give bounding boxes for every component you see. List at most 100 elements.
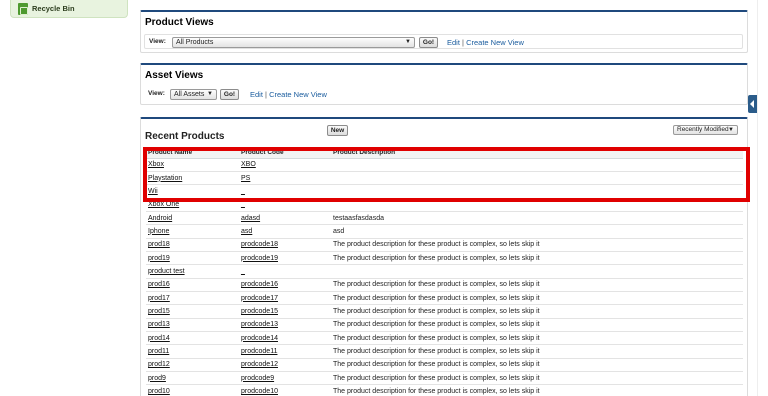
product-description-cell: The product description for these produc… (331, 318, 743, 332)
table-row: product test _ (146, 264, 743, 279)
product-name-cell: Xbox One (146, 198, 239, 212)
product-code-cell: prodcode12 (239, 358, 331, 373)
product-name-link[interactable]: prod12 (148, 361, 170, 368)
asset-views-title: Asset Views (145, 70, 204, 81)
asset-edit-link[interactable]: Edit (250, 90, 263, 99)
asset-view-select[interactable]: All Assets ▼ (170, 89, 217, 100)
product-code-link[interactable]: prodcode16 (241, 281, 278, 288)
right-edge (757, 0, 768, 396)
product-name-link[interactable]: prod17 (148, 295, 170, 302)
product-name-link[interactable]: prod15 (148, 308, 170, 315)
product-code-link[interactable]: prodcode11 (241, 348, 277, 355)
product-name-cell: Playstation (146, 171, 239, 186)
product-views-title: Product Views (145, 17, 214, 28)
product-code-cell: _ (239, 198, 331, 212)
recent-products-table: Product Name Product Code Product Descri… (146, 147, 743, 396)
product-name-link[interactable]: prod14 (148, 335, 170, 342)
product-name-link[interactable]: prod13 (148, 321, 170, 328)
product-code-cell: _ (239, 264, 331, 279)
product-name-cell: prod13 (146, 318, 239, 332)
product-description-cell (331, 264, 743, 279)
product-code-link[interactable]: _ (241, 188, 245, 195)
product-name-link[interactable]: prod18 (148, 241, 170, 248)
product-name-link[interactable]: Xbox One (148, 201, 179, 208)
product-name-link[interactable]: prod9 (148, 375, 166, 382)
product-name-link[interactable]: prod16 (148, 281, 170, 288)
product-description-cell: testaasfasdasda (331, 211, 743, 226)
table-row: prod19 prodcode19 The product description … (146, 251, 743, 266)
product-go-button[interactable]: Go! (419, 37, 438, 48)
product-view-row: View: All Products ▼ Go! Edit | Create N… (144, 34, 743, 49)
product-name-cell: prod11 (146, 344, 239, 359)
product-code-cell: prodcode14 (239, 331, 331, 346)
recycle-bin-icon (18, 3, 28, 15)
product-name-cell: product test (146, 264, 239, 279)
table-row: prod9 prodcode9 The product description fo… (146, 371, 743, 386)
product-code-link[interactable]: PS (241, 175, 250, 182)
product-code-cell: prodcode9 (239, 371, 331, 386)
product-code-link[interactable]: _ (241, 201, 245, 208)
new-product-button[interactable]: New (327, 125, 348, 136)
product-code-link[interactable]: prodcode18 (241, 241, 278, 248)
product-code-link[interactable]: prodcode14 (241, 335, 278, 342)
asset-view-selected: All Assets (174, 91, 205, 98)
product-code-link[interactable]: prodcode15 (241, 308, 278, 315)
collapse-arrow-icon[interactable] (748, 95, 757, 113)
product-name-link[interactable]: prod11 (148, 348, 169, 355)
product-name-cell: prod10 (146, 384, 239, 396)
product-description-cell: The product description for these produc… (331, 344, 743, 359)
product-name-link[interactable]: Android (148, 215, 172, 222)
product-name-cell: Iphone (146, 224, 239, 239)
product-code-link[interactable]: adasd (241, 215, 260, 222)
asset-go-button[interactable]: Go! (220, 89, 239, 100)
product-name-link[interactable]: prod10 (148, 388, 170, 395)
column-header-code: Product Code (239, 147, 331, 159)
table-row: prod15 prodcode15 The product description … (146, 304, 743, 319)
product-description-cell: The product description for these produc… (331, 371, 743, 386)
product-name-link[interactable]: prod19 (148, 255, 170, 262)
asset-view-links: Edit | Create New View (250, 90, 327, 99)
product-code-link[interactable]: prodcode19 (241, 255, 278, 262)
product-name-cell: Wii (146, 184, 239, 199)
product-code-link[interactable]: _ (241, 268, 245, 275)
product-create-view-link[interactable]: Create New View (466, 38, 524, 47)
product-code-cell: prodcode17 (239, 291, 331, 306)
table-row: prod11 prodcode11 The product description … (146, 344, 743, 359)
product-view-select[interactable]: All Products ▼ (172, 37, 415, 48)
product-name-link[interactable]: Wii (148, 188, 158, 195)
product-code-cell: prodcode11 (239, 344, 331, 359)
product-code-cell: asd (239, 224, 331, 239)
product-description-cell: asd (331, 224, 743, 239)
column-header-description: Product Description (331, 147, 743, 159)
chevron-down-icon: ▼ (405, 39, 411, 45)
product-code-link[interactable]: prodcode13 (241, 321, 278, 328)
product-description-cell (331, 171, 743, 186)
product-code-cell: PS (239, 171, 331, 186)
product-edit-link[interactable]: Edit (447, 38, 460, 47)
product-name-link[interactable]: product test (148, 268, 185, 275)
sort-select[interactable]: Recently Modified ▼ (673, 125, 738, 135)
product-code-link[interactable]: XBO (241, 161, 256, 168)
product-code-link[interactable]: prodcode17 (241, 295, 278, 302)
table-header-row: Product Name Product Code Product Descri… (146, 147, 743, 159)
product-description-cell (331, 158, 743, 172)
product-code-link[interactable]: prodcode10 (241, 388, 278, 395)
product-name-link[interactable]: Iphone (148, 228, 169, 235)
sort-selected: Recently Modified (677, 126, 729, 133)
product-name-link[interactable]: Playstation (148, 175, 182, 182)
table-row: prod13 prodcode13 The product description … (146, 318, 743, 332)
product-name-link[interactable]: Xbox (148, 161, 164, 168)
product-name-cell: prod9 (146, 371, 239, 386)
product-code-link[interactable]: prodcode12 (241, 361, 278, 368)
asset-create-view-link[interactable]: Create New View (269, 90, 327, 99)
product-name-cell: prod18 (146, 238, 239, 252)
table-row: prod18 prodcode18 The product description … (146, 238, 743, 252)
product-code-cell: prodcode19 (239, 251, 331, 266)
asset-views-panel: Asset Views View: All Assets ▼ Go! Edit … (140, 63, 748, 105)
product-code-link[interactable]: asd (241, 228, 252, 235)
product-code-link[interactable]: prodcode9 (241, 375, 274, 382)
recycle-bin-link[interactable]: Recycle Bin (10, 0, 128, 18)
product-name-cell: prod16 (146, 278, 239, 292)
table-row: prod17 prodcode17 The product description … (146, 291, 743, 306)
product-views-panel: Product Views View: All Products ▼ Go! E… (140, 10, 748, 53)
